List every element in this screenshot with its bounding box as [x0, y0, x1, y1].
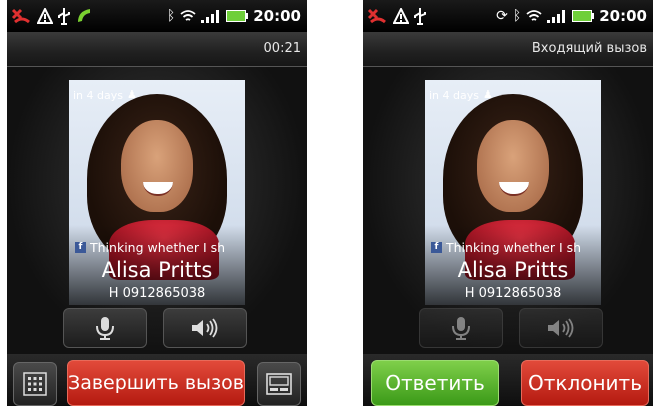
battery-icon [226, 10, 249, 22]
speaker-icon [192, 318, 218, 338]
incoming-call-status: Входящий вызов [531, 41, 647, 56]
reminder-text: in 4 days [73, 88, 123, 102]
contact-number: H 0912865038 [108, 286, 206, 301]
status-message: Thinking whether I sh [446, 240, 582, 255]
call-info-bar: Входящий вызов [363, 32, 653, 67]
contact-photo: in 4 days ♟ f Thinking whether I sh Alis… [425, 80, 601, 305]
decline-button[interactable]: Отклонить [521, 360, 649, 406]
missed-call-icon [367, 8, 386, 24]
missed-call-icon [11, 8, 30, 24]
speaker-button[interactable] [519, 308, 603, 348]
bell-icon: ♟ [482, 88, 493, 101]
bluetooth-icon: ᛒ [512, 8, 522, 24]
microphone-icon [96, 317, 114, 340]
end-call-button[interactable]: Завершить вызов [67, 360, 245, 406]
bell-icon: ♟ [126, 88, 137, 101]
call-info-bar: 00:21 [7, 32, 307, 67]
call-action-bar: Завершить вызов [7, 354, 307, 406]
social-status: f Thinking whether I sh [75, 240, 245, 255]
status-time: 20:00 [599, 7, 647, 25]
call-in-progress-icon [78, 9, 90, 22]
sync-icon: ⟳ [496, 8, 508, 24]
facebook-icon: f [75, 242, 86, 253]
calendar-reminder: in 4 days ♟ [73, 88, 137, 102]
usb-icon [58, 8, 70, 25]
answer-label: Ответить [385, 371, 485, 395]
contact-number: H 0912865038 [464, 286, 562, 301]
dialpad-icon [23, 372, 47, 396]
signal-icon [201, 10, 220, 23]
usb-icon [414, 8, 426, 25]
warning-icon [37, 8, 53, 24]
speaker-button[interactable] [163, 308, 247, 348]
status-bar: ⟳ ᛒ 20:00 [363, 0, 653, 32]
contact-name: Alisa Pritts [457, 258, 569, 282]
mute-button[interactable] [419, 308, 503, 348]
call-timer: 00:21 [263, 41, 301, 56]
calendar-reminder: in 4 days ♟ [429, 88, 493, 102]
warning-icon [393, 8, 409, 24]
contact-photo: in 4 days ♟ f Thinking whether I sh Alis… [69, 80, 245, 305]
answer-button[interactable]: Ответить [371, 360, 499, 406]
facebook-icon: f [431, 242, 442, 253]
call-action-bar: Ответить Отклонить [363, 354, 653, 406]
wifi-icon [180, 10, 196, 21]
social-status: f Thinking whether I sh [431, 240, 601, 255]
active-call-screen: ᛒ 20:00 00:21 in 4 days ♟ f Thinking whe [7, 0, 307, 406]
signal-icon [547, 10, 566, 23]
dialpad-button[interactable] [13, 362, 57, 406]
microphone-icon [452, 317, 470, 340]
contact-name: Alisa Pritts [101, 258, 213, 282]
battery-icon [572, 10, 595, 22]
contact-card-icon [266, 373, 292, 395]
end-call-label: Завершить вызов [68, 372, 244, 394]
incoming-call-screen: ⟳ ᛒ 20:00 Входящий вызов in 4 days ♟ f T… [363, 0, 653, 406]
reminder-text: in 4 days [429, 88, 479, 102]
bluetooth-icon: ᛒ [166, 8, 176, 24]
decline-label: Отклонить [527, 371, 642, 395]
wifi-icon [526, 10, 542, 21]
status-bar: ᛒ 20:00 [7, 0, 307, 32]
contact-card-button[interactable] [257, 362, 301, 406]
mute-button[interactable] [63, 308, 147, 348]
status-time: 20:00 [253, 7, 301, 25]
speaker-icon [548, 318, 574, 338]
status-message: Thinking whether I sh [90, 240, 226, 255]
